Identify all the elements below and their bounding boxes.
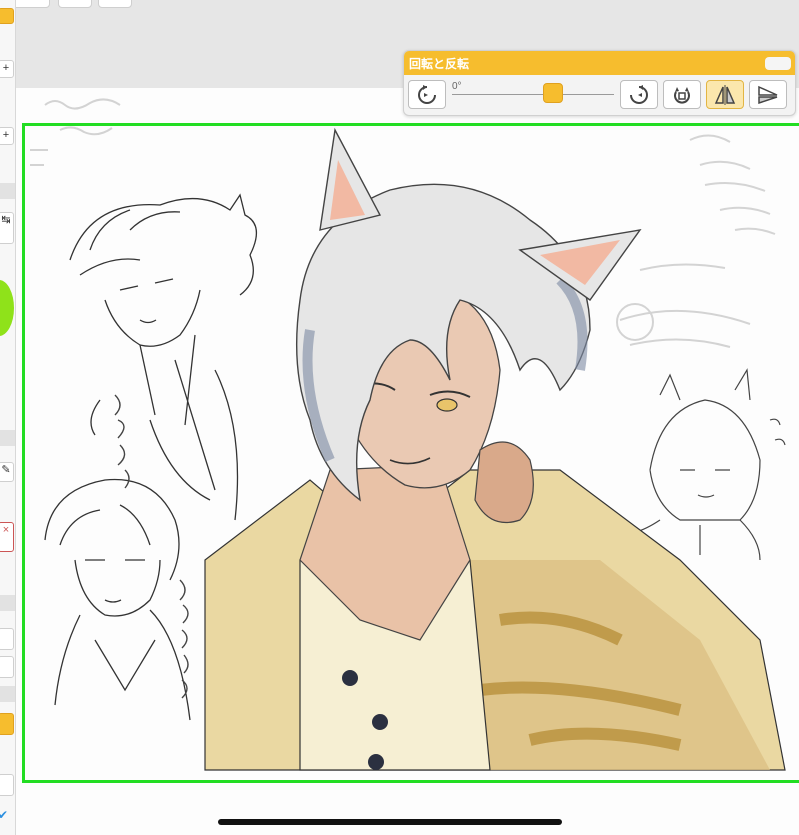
layer-move-button[interactable]: ↹ [0,212,14,244]
home-indicator [218,819,562,825]
flip-vertical-icon [758,85,778,104]
flip-horizontal-icon [714,84,736,105]
delete-button[interactable]: × [0,522,14,552]
panel-header: 回転と反転 [404,51,795,75]
toolbar-button[interactable] [98,0,132,8]
rotate-flip-panel: 回転と反転 0° [403,50,796,116]
layer-toggle[interactable] [0,8,14,24]
rotate-ccw-icon [418,84,436,104]
flip-horizontal-button[interactable] [706,80,744,109]
rotation-slider-thumb[interactable] [543,83,563,103]
rotate-right-button[interactable] [620,80,658,109]
color-swatch[interactable] [0,713,14,735]
divider [0,183,15,199]
pen-tool-button[interactable]: ✎ [0,462,14,482]
close-button[interactable] [765,57,791,70]
brush-size-dial[interactable] [0,280,14,336]
add-layer-button[interactable]: + [0,60,14,78]
panel-title: 回転と反転 [409,56,470,71]
divider [0,686,15,702]
tool-button[interactable] [0,628,14,650]
rotation-angle: 0° [452,81,462,92]
tool-button[interactable] [0,774,14,796]
artwork-sketch [30,98,786,771]
add-folder-button[interactable]: + [0,127,14,145]
toolbar-button[interactable] [58,0,92,8]
rotate-left-button[interactable] [408,80,446,109]
tool-button[interactable] [0,656,14,678]
flip-vertical-button[interactable] [749,80,787,109]
reset-rotation-icon [674,86,690,104]
rotation-slider-track[interactable] [452,94,614,95]
panel-body: 0° [404,75,795,115]
rotate-cw-icon [630,84,648,104]
divider [0,595,15,611]
info-icon[interactable]: ✔ [0,808,10,822]
reset-rotation-button[interactable] [663,80,701,109]
divider [0,430,15,446]
left-sidebar: + + ↹ ✎ × ✔ [0,0,16,835]
